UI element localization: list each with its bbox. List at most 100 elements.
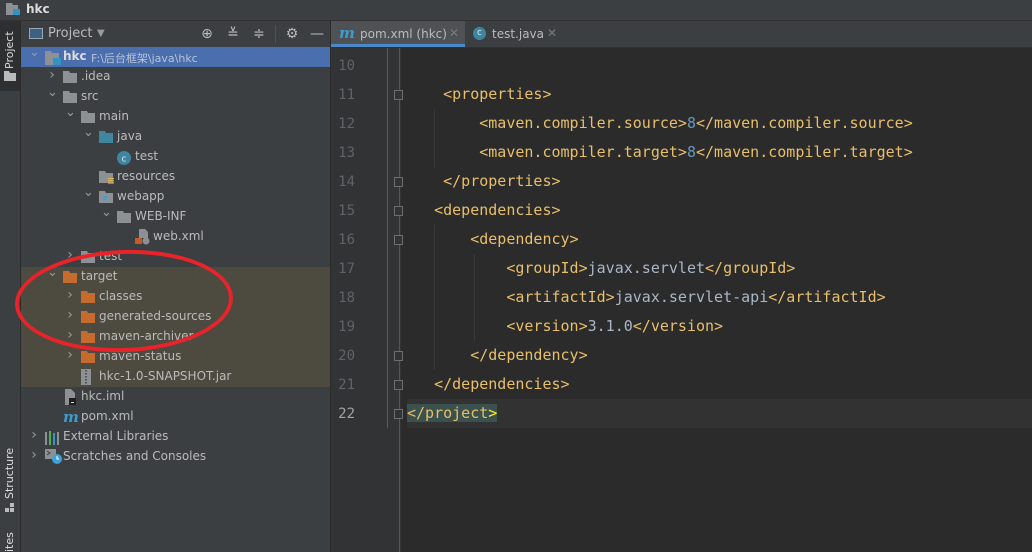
- chevron-down-icon[interactable]: ⌄: [65, 105, 76, 120]
- chevron-down-icon[interactable]: ⌄: [83, 185, 94, 200]
- tree-item-pom-xml[interactable]: m pom.xml: [21, 407, 330, 427]
- fold-end-icon[interactable]: [394, 351, 403, 361]
- close-icon[interactable]: ✕: [449, 26, 459, 40]
- collapse-all-icon[interactable]: ≑: [250, 25, 268, 43]
- chevron-right-icon[interactable]: ›: [65, 347, 75, 363]
- code-line[interactable]: <properties>: [407, 80, 1032, 109]
- left-tool-strip: Project Structure ites: [0, 21, 21, 552]
- code-line[interactable]: <version>3.1.0</version>: [407, 312, 1032, 341]
- tree-item-java[interactable]: ⌄ java: [21, 125, 330, 147]
- code-line[interactable]: <maven.compiler.source>8</maven.compiler…: [407, 109, 1032, 138]
- chevron-right-icon[interactable]: ›: [29, 427, 39, 443]
- tool-tab-project[interactable]: Project: [0, 21, 20, 91]
- tree-item-label: target: [81, 269, 118, 283]
- code-line[interactable]: <dependencies>: [407, 196, 1032, 225]
- title-bar: hkc: [0, 0, 1032, 21]
- maven-icon: m: [63, 408, 79, 426]
- tree-item-idea[interactable]: › .idea: [21, 67, 330, 87]
- code-line[interactable]: </project>: [407, 399, 1032, 428]
- tree-item-label: webapp: [117, 189, 165, 203]
- fold-collapse-icon[interactable]: [394, 90, 403, 100]
- excluded-folder-icon: [81, 311, 95, 323]
- maven-icon: m: [339, 24, 355, 42]
- code-line[interactable]: [407, 51, 1032, 80]
- tree-item-test[interactable]: › test: [21, 247, 330, 267]
- fold-end-icon[interactable]: [394, 409, 403, 419]
- tree-item-webapp[interactable]: ⌄ webapp: [21, 185, 330, 207]
- tool-tab-structure[interactable]: Structure: [0, 441, 20, 521]
- chevron-down-icon[interactable]: ⌄: [47, 85, 58, 100]
- code-line[interactable]: </properties>: [407, 167, 1032, 196]
- line-number: 13: [338, 145, 355, 161]
- java-class-icon: c: [117, 151, 131, 165]
- expand-all-icon[interactable]: ≚: [224, 25, 242, 43]
- tree-item-label: WEB-INF: [135, 209, 187, 223]
- tool-tab-favorites[interactable]: ites: [0, 526, 20, 552]
- chevron-down-icon[interactable]: ▼: [97, 28, 105, 39]
- tree-item-classes[interactable]: › classes: [21, 287, 330, 307]
- fold-collapse-icon[interactable]: [394, 206, 403, 216]
- chevron-right-icon[interactable]: ›: [65, 307, 75, 323]
- folder-icon: [81, 111, 95, 123]
- fold-end-icon[interactable]: [394, 177, 403, 187]
- tree-item-maven-status[interactable]: › maven-status: [21, 347, 330, 367]
- tree-item-label: resources: [117, 169, 176, 183]
- chevron-down-icon[interactable]: ⌄: [29, 45, 40, 60]
- chevron-right-icon[interactable]: ›: [29, 447, 39, 463]
- tab-label: pom.xml (hkc): [360, 27, 447, 41]
- excluded-folder-icon: [63, 271, 77, 283]
- tree-item-hkc[interactable]: ⌄ hkc F:\后台框架\java\hkc: [21, 45, 330, 67]
- tree-item-maven-archiver[interactable]: › maven-archiver: [21, 327, 330, 347]
- tree-item-web-xml[interactable]: web.xml: [21, 227, 330, 247]
- tree-item-test[interactable]: c test: [21, 147, 330, 167]
- tree-item-target[interactable]: ⌄ target: [21, 265, 330, 287]
- fold-end-icon[interactable]: [394, 380, 403, 390]
- tree-item-src[interactable]: ⌄ src: [21, 85, 330, 107]
- tree-item-generated-sources[interactable]: › generated-sources: [21, 307, 330, 327]
- chevron-down-icon[interactable]: ⌄: [47, 265, 58, 280]
- scratches-icon: [45, 449, 62, 464]
- tab-pom-xml[interactable]: m pom.xml (hkc) ✕: [331, 21, 465, 47]
- project-view-selector[interactable]: Project: [48, 26, 92, 41]
- locate-icon[interactable]: ⊕: [198, 25, 216, 43]
- svg-text:c: c: [122, 155, 127, 165]
- tree-item-hkc-iml[interactable]: hkc.iml: [21, 387, 330, 407]
- iml-file-icon: [63, 389, 77, 405]
- line-number: 17: [338, 261, 355, 277]
- line-number: 11: [338, 87, 355, 103]
- chevron-right-icon[interactable]: ›: [47, 67, 57, 83]
- tab-label: test.java: [492, 27, 545, 41]
- module-icon: [45, 51, 61, 65]
- gear-icon[interactable]: ⚙: [283, 25, 301, 43]
- chevron-right-icon[interactable]: ›: [65, 247, 75, 263]
- fold-collapse-icon[interactable]: [394, 235, 403, 245]
- tree-item-external-libraries[interactable]: › External Libraries: [21, 427, 330, 447]
- code-line[interactable]: <artifactId>javax.servlet-api</artifactI…: [407, 283, 1032, 312]
- code-line[interactable]: </dependency>: [407, 341, 1032, 370]
- tab-test-java[interactable]: c test.java ✕: [465, 21, 565, 47]
- code-line[interactable]: </dependencies>: [407, 370, 1032, 399]
- code-line[interactable]: <dependency>: [407, 225, 1032, 254]
- tree-item-scratches-and-consoles[interactable]: › Scratches and Consoles: [21, 447, 330, 467]
- chevron-down-icon[interactable]: ⌄: [83, 125, 94, 140]
- code-line[interactable]: <maven.compiler.target>8</maven.compiler…: [407, 138, 1032, 167]
- code-line[interactable]: <groupId>javax.servlet</groupId>: [407, 254, 1032, 283]
- tree-item-main[interactable]: ⌄ main: [21, 105, 330, 127]
- tree-item-web-inf[interactable]: ⌄ WEB-INF: [21, 205, 330, 227]
- chevron-right-icon[interactable]: ›: [65, 327, 75, 343]
- close-icon[interactable]: ✕: [547, 26, 557, 40]
- chevron-right-icon[interactable]: ›: [65, 287, 75, 303]
- tree-item-label: pom.xml: [81, 409, 134, 423]
- project-module-icon: [6, 3, 20, 15]
- web-xml-icon: [135, 229, 150, 245]
- tree-item-resources[interactable]: resources: [21, 167, 330, 187]
- tree-item-hkc-1-0-snapshot-jar[interactable]: hkc-1.0-SNAPSHOT.jar: [21, 367, 330, 387]
- jar-file-icon: [81, 369, 95, 385]
- chevron-down-icon[interactable]: ⌄: [101, 205, 112, 220]
- line-number: 10: [338, 58, 355, 74]
- folder-icon: [63, 91, 77, 103]
- line-number: 12: [338, 116, 355, 132]
- web-folder-icon: [99, 191, 113, 203]
- minimize-icon[interactable]: —: [308, 25, 326, 43]
- class-icon: c: [473, 27, 486, 40]
